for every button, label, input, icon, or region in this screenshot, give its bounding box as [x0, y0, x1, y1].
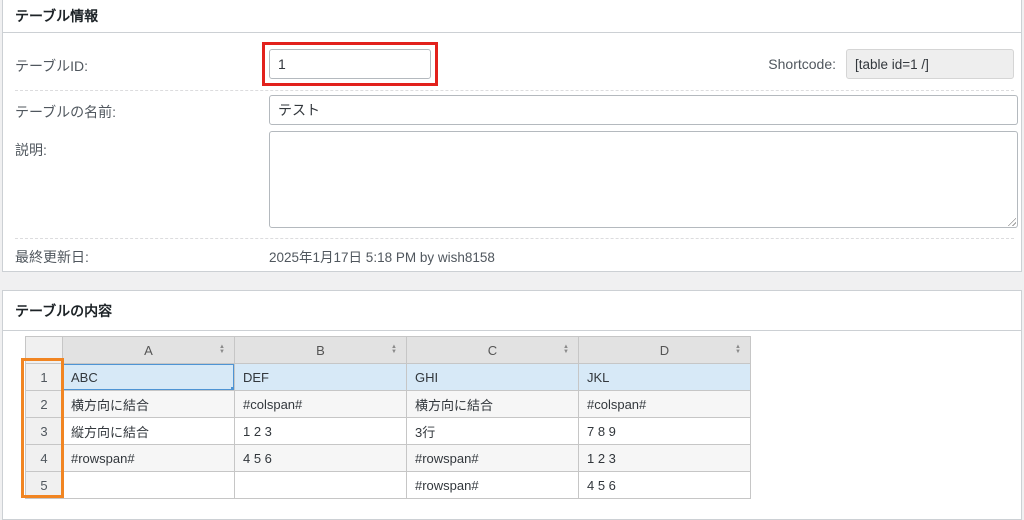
row-divider	[15, 90, 1014, 91]
sort-icon: ▲▼	[563, 345, 569, 355]
fill-handle[interactable]	[231, 387, 235, 391]
table-row: 3 縦方向に結合 1 2 3 3行 7 8 9	[26, 418, 751, 445]
column-header-b[interactable]: B ▲▼	[235, 337, 407, 364]
row-number[interactable]: 1	[26, 364, 63, 391]
table-row: 1 ABC DEF GHI JKL	[26, 364, 751, 391]
sort-icon: ▲▼	[735, 345, 741, 355]
table-row: 4 #rowspan# 4 5 6 #rowspan# 1 2 3	[26, 445, 751, 472]
description-label: 説明:	[15, 140, 47, 160]
last-modified-label: 最終更新日:	[15, 247, 89, 267]
column-header-a[interactable]: A ▲▼	[63, 337, 235, 364]
table-name-input[interactable]	[269, 95, 1018, 125]
description-textarea[interactable]	[269, 131, 1018, 228]
cell-d2[interactable]: #colspan#	[579, 391, 751, 418]
table-row: 5 #rowspan# 4 5 6	[26, 472, 751, 499]
row-number[interactable]: 5	[26, 472, 63, 499]
sort-icon: ▲▼	[391, 345, 397, 355]
last-modified-value: 2025年1月17日 5:18 PM by wish8158	[269, 246, 495, 266]
cell-b2[interactable]: #colspan#	[235, 391, 407, 418]
cell-d1[interactable]: JKL	[579, 364, 751, 391]
row-divider	[15, 238, 1014, 239]
cell-a3[interactable]: 縦方向に結合	[63, 418, 235, 445]
cell-c1[interactable]: GHI	[407, 364, 579, 391]
cell-a2[interactable]: 横方向に結合	[63, 391, 235, 418]
column-header-label: C	[488, 343, 497, 358]
cell-d5[interactable]: 4 5 6	[579, 472, 751, 499]
spreadsheet: A ▲▼ B ▲▼ C ▲▼ D ▲▼ 1 ABC DEF GHI JKL 2 …	[25, 336, 751, 499]
cell-c2[interactable]: 横方向に結合	[407, 391, 579, 418]
cell-c5[interactable]: #rowspan#	[407, 472, 579, 499]
cell-b4[interactable]: 4 5 6	[235, 445, 407, 472]
cell-c4[interactable]: #rowspan#	[407, 445, 579, 472]
header-row: A ▲▼ B ▲▼ C ▲▼ D ▲▼	[26, 337, 751, 364]
table-id-label: テーブルID:	[15, 56, 88, 76]
cell-b1[interactable]: DEF	[235, 364, 407, 391]
red-highlight-annotation	[262, 42, 438, 86]
table-row: 2 横方向に結合 #colspan# 横方向に結合 #colspan#	[26, 391, 751, 418]
table-information-panel: テーブル情報 テーブルID: Shortcode: テーブルの名前: 説明: 最…	[2, 0, 1022, 272]
cell-a5[interactable]	[63, 472, 235, 499]
corner-cell[interactable]	[26, 337, 63, 364]
row-number[interactable]: 4	[26, 445, 63, 472]
cell-b5[interactable]	[235, 472, 407, 499]
shortcode-input[interactable]	[846, 49, 1014, 79]
row-number[interactable]: 3	[26, 418, 63, 445]
column-header-label: B	[316, 343, 325, 358]
row-number[interactable]: 2	[26, 391, 63, 418]
table-name-label: テーブルの名前:	[15, 102, 116, 122]
column-header-d[interactable]: D ▲▼	[579, 337, 751, 364]
cell-d4[interactable]: 1 2 3	[579, 445, 751, 472]
cell-a1[interactable]: ABC	[63, 364, 235, 391]
cell-b3[interactable]: 1 2 3	[235, 418, 407, 445]
cell-d3[interactable]: 7 8 9	[579, 418, 751, 445]
cell-c3[interactable]: 3行	[407, 418, 579, 445]
cell-a4[interactable]: #rowspan#	[63, 445, 235, 472]
column-header-label: D	[660, 343, 669, 358]
sort-icon: ▲▼	[219, 345, 225, 355]
table-id-input[interactable]	[269, 49, 431, 79]
shortcode-label: Shortcode:	[768, 56, 836, 72]
column-header-label: A	[144, 343, 153, 358]
column-header-c[interactable]: C ▲▼	[407, 337, 579, 364]
table-information-title: テーブル情報	[3, 0, 1021, 33]
table-content-title: テーブルの内容	[3, 291, 1021, 331]
shortcode-row: Shortcode:	[768, 49, 1014, 79]
